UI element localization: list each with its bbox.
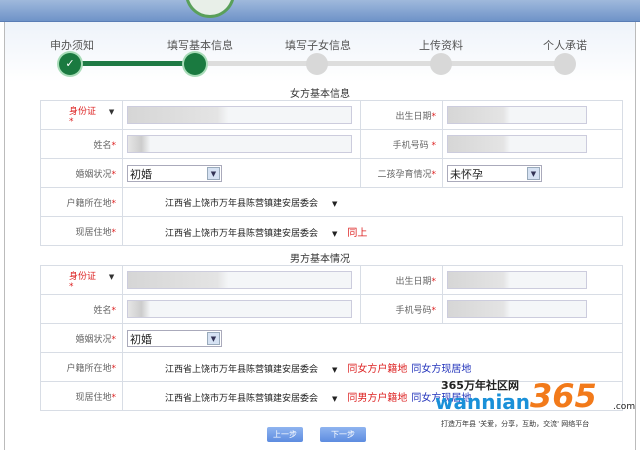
female-residence-select[interactable]: 江西省上饶市万年县陈营镇建安居委会 ▼ (165, 229, 347, 239)
emblem-logo (185, 0, 235, 18)
male-phone-input[interactable] (447, 300, 587, 318)
watermark-logo: 365万年社区网 wannian 365 .com 打造万年县 '关爱，分享，互… (435, 375, 640, 435)
female-name-input[interactable] (127, 135, 352, 153)
dropdown-arrow-icon: ▼ (332, 199, 338, 208)
step-circle (554, 53, 576, 75)
selected-value: 江西省上饶市万年县陈营镇建安居委会 (165, 198, 319, 209)
male-residence-select[interactable]: 江西省上饶市万年县陈营镇建安居委会 ▼ (165, 394, 347, 404)
female-id-type-select[interactable]: 身份证 ▼ * (40, 100, 123, 130)
step-label: 申办须知 (50, 39, 94, 52)
required-star: * (431, 276, 437, 287)
required-star: * (431, 111, 437, 122)
female-id-input[interactable] (127, 106, 352, 124)
selected-value: 未怀孕 (450, 167, 483, 181)
step-label: 填写子女信息 (285, 39, 351, 52)
selected-value: 江西省上饶市万年县陈营镇建安居委会 (165, 393, 319, 404)
female-form: 身份证 ▼ * 出生日期* 姓名* 手机号码 * 婚姻状况* 初婚 ▼ 二孩孕育情… (40, 100, 623, 246)
step-label: 上传资料 (419, 39, 463, 52)
marital-label: 婚姻状况 (75, 169, 112, 180)
male-birth-input[interactable] (447, 271, 587, 289)
step-circle (430, 53, 452, 75)
required-star: * (111, 227, 117, 238)
male-name-input[interactable] (127, 300, 352, 318)
step-circle (306, 53, 328, 75)
step-label: 填写基本信息 (167, 39, 233, 52)
required-star: * (69, 281, 74, 292)
dropdown-arrow-icon: ▼ (108, 272, 115, 281)
male-id-type-select[interactable]: 身份证 ▼ * (40, 265, 123, 295)
phone-label: 手机号码 (392, 140, 429, 151)
id-label: 身份证 (69, 106, 97, 117)
female-second-child-select[interactable]: 未怀孕 ▼ (447, 164, 542, 182)
male-section-title: 男方基本情况 (290, 254, 350, 265)
header-banner (0, 0, 640, 22)
birth-label: 出生日期 (395, 111, 432, 122)
selected-value: 江西省上饶市万年县陈营镇建安居委会 (165, 228, 319, 239)
female-birth-input[interactable] (447, 106, 587, 124)
female-marital-select[interactable]: 初婚 ▼ (127, 164, 222, 182)
phone-label: 手机号码 (395, 305, 432, 316)
next-step-button[interactable]: 下一步 (320, 427, 366, 442)
same-female-residence-link[interactable]: 同女方现居地 (411, 364, 471, 375)
required-star: * (111, 140, 117, 151)
dropdown-arrow-icon: ▼ (332, 394, 338, 403)
watermark-tld: .com (613, 402, 636, 412)
required-star: * (111, 169, 117, 180)
dropdown-arrow-icon: ▼ (108, 107, 115, 116)
residence-label: 现居住地 (75, 392, 112, 403)
chevron-down-icon: ▼ (207, 166, 220, 180)
dropdown-arrow-icon: ▼ (332, 365, 338, 374)
hukou-label: 户籍所在地 (66, 198, 112, 209)
same-female-hukou-link[interactable]: 同女方户籍地 (347, 364, 407, 375)
step-label: 个人承诺 (543, 39, 587, 52)
required-star: * (111, 305, 117, 316)
male-id-input[interactable] (127, 271, 352, 289)
id-label: 身份证 (69, 271, 97, 282)
female-hukou-select[interactable]: 江西省上饶市万年县陈营镇建安居委会 ▼ (122, 187, 623, 217)
selected-value: 初婚 (130, 332, 152, 346)
progress-track-done (70, 61, 195, 66)
required-star: * (111, 334, 117, 345)
female-section-title: 女方基本信息 (290, 89, 350, 100)
residence-label: 现居住地 (75, 227, 112, 238)
name-label: 姓名 (93, 140, 112, 151)
birth-label: 出生日期 (395, 276, 432, 287)
selected-value: 初婚 (130, 167, 152, 181)
male-marital-select[interactable]: 初婚 ▼ (127, 329, 222, 347)
required-star: * (431, 140, 437, 151)
same-as-above-link[interactable]: 同上 (347, 228, 367, 239)
required-star: * (431, 305, 437, 316)
progress-track (195, 61, 565, 66)
name-label: 姓名 (93, 305, 112, 316)
selected-value: 江西省上饶市万年县陈营镇建安居委会 (165, 364, 319, 375)
watermark-slogan: 打造万年县 '关爱，分享，互助，交流' 网络平台 (441, 420, 590, 428)
watermark-number: 365 (530, 377, 597, 415)
step-circle-current (184, 53, 206, 75)
second-child-label: 二孩孕育情况 (377, 169, 432, 180)
required-star: * (431, 169, 437, 180)
step-check-icon: ✓ (59, 53, 81, 75)
chevron-down-icon: ▼ (207, 331, 220, 345)
required-star: * (111, 198, 117, 209)
male-hukou-select[interactable]: 江西省上饶市万年县陈营镇建安居委会 ▼ (165, 365, 347, 375)
dropdown-arrow-icon: ▼ (332, 229, 338, 238)
required-star: * (69, 116, 74, 127)
marital-label: 婚姻状况 (75, 334, 112, 345)
required-star: * (111, 392, 117, 403)
required-star: * (111, 363, 117, 374)
chevron-down-icon: ▼ (527, 166, 540, 180)
female-phone-input[interactable] (447, 135, 587, 153)
watermark-brand: wannian (435, 390, 531, 414)
same-male-hukou-link[interactable]: 同男方户籍地 (347, 393, 407, 404)
hukou-label: 户籍所在地 (66, 363, 112, 374)
prev-step-button[interactable]: 上一步 (267, 427, 303, 442)
